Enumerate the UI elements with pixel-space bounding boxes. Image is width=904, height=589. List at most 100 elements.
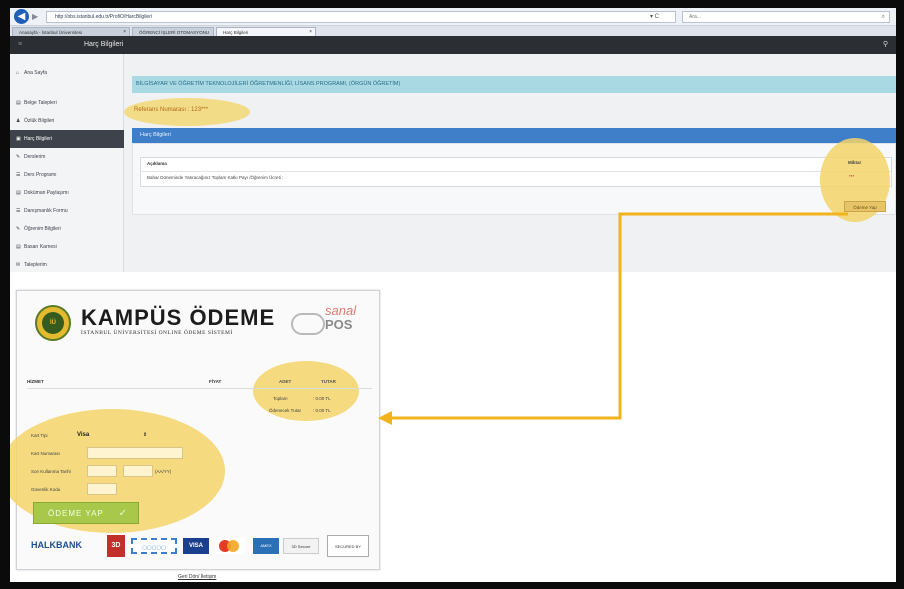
payment-logos: HALKBANK 3D ▢▢▢▢▢ VISA AMEX 3D Secure SE… — [31, 533, 371, 559]
sidebar-item-basari-karnesi[interactable]: ▤ Basarı Karnesi — [10, 238, 124, 256]
cvv-label: Güvenlik Kodu — [31, 487, 61, 492]
total-value: : 0.00 TL — [313, 396, 331, 401]
table-divider — [141, 171, 891, 172]
pencil-icon: ✎ — [16, 226, 21, 232]
sidebar-item-belge-talepleri[interactable]: ▤ Belge Talepleri — [10, 94, 124, 112]
browser-toolbar: ◀ ▶ http://obs.istanbul.edu.tr/ProfiO/Ha… — [10, 8, 896, 26]
col-description: Açıklama — [147, 161, 167, 166]
fees-table: Açıklama Bahar Döneminde Yatıracağınız T… — [140, 157, 892, 187]
mail-icon: ✉ — [16, 262, 21, 268]
card-type-value: Visa — [77, 432, 90, 438]
sidebar-item-derslerim[interactable]: ✎ Derslerim — [10, 148, 124, 166]
secure-lock-logo: ▢▢▢▢▢ — [131, 538, 177, 554]
card-type-select[interactable]: Visa ⇕ — [77, 430, 147, 441]
col-total: TUTAR — [321, 379, 336, 384]
page-title: Harç Bilgileri — [84, 41, 124, 48]
forward-arrow-icon[interactable]: ▶ — [32, 12, 42, 22]
seal-text: İÜ — [42, 312, 64, 334]
mastercard-yellow-circle — [227, 540, 239, 552]
pay-button-small[interactable]: Ödeme Yap — [844, 201, 886, 212]
card-icon: ▣ — [16, 136, 21, 142]
refresh-icon[interactable]: ▾ C — [650, 11, 659, 23]
tab-label: Harç Bilgileri — [223, 30, 249, 35]
browser-tabs: Anasayfa - İstanbul Üniversitesi × ÖĞREN… — [10, 26, 896, 36]
fees-section-header: Harç Bilgileri — [132, 128, 896, 143]
sidebar-item-harc-bilgileri[interactable]: ▣ Harç Bilgileri — [10, 130, 124, 148]
pay-button-label: ÖDEME YAP — [48, 509, 104, 518]
list-icon: ☰ — [16, 208, 21, 214]
user-icon[interactable]: ⚲ — [883, 36, 888, 54]
pos-text: POS — [325, 317, 353, 332]
sidebar-item-taleplerim[interactable]: ✉ Taleplerim — [10, 256, 124, 274]
tab-label: Anasayfa - İstanbul Üniversitesi — [19, 30, 83, 35]
visa-logo: VISA — [183, 538, 209, 554]
sidebar-item-label: Taleplerim — [24, 262, 47, 268]
menu-icon[interactable]: ≡ — [18, 36, 22, 54]
col-quantity: ADET — [279, 379, 292, 384]
sidebar-item-label: Derslerim — [24, 154, 46, 160]
tab-harc-bilgileri[interactable]: Harç Bilgileri × — [216, 27, 316, 36]
fee-row-description: Bahar Döneminde Yatıracağınız Toplam Kat… — [147, 175, 284, 180]
total-label: Toplam — [273, 396, 288, 401]
cvv-input[interactable] — [87, 483, 117, 495]
payable-value: : 0.00 TL — [313, 408, 331, 413]
app-header: ≡ Harç Bilgileri ⚲ — [10, 36, 896, 54]
sidebar-item-ders-programi[interactable]: ☰ Ders Programı — [10, 166, 124, 184]
sidebar-item-label: Doküman Paylaşımı — [24, 190, 69, 196]
secured-by-logo: SECURED BY — [327, 535, 369, 557]
sidebar-item-ana-sayfa[interactable]: ⌂ Ana Sayfa — [10, 64, 124, 82]
halkbank-logo: HALKBANK — [31, 540, 82, 550]
pencil-icon: ✎ — [16, 154, 21, 160]
payment-window: İÜ KAMPÜS ÖDEME İSTANBUL ÜNİVERSİTESİ ON… — [10, 290, 380, 570]
card-number-input[interactable] — [87, 447, 183, 459]
reference-number: Referans Numarası : 123*** — [134, 107, 209, 113]
sidebar-item-ozluk-bilgileri[interactable]: ♟ Özlük Bilgileri — [10, 112, 124, 130]
sidebar-item-ogrenim-bilgileri[interactable]: ✎ Öğrenim Bilgileri — [10, 220, 124, 238]
check-icon: ✓ — [118, 508, 128, 519]
sidebar-item-label: Özlük Bilgileri — [24, 118, 55, 124]
sidebar-item-label: Harç Bilgileri — [24, 136, 53, 142]
back-link[interactable]: Geri Dön/ İletişim — [178, 574, 216, 580]
sidebar-item-dokuman-paylasimi[interactable]: ▤ Doküman Paylaşımı — [10, 184, 124, 202]
expiry-month-input[interactable] — [87, 465, 117, 477]
sanal-pos-logo: sanal POS — [289, 303, 373, 343]
amex-logo: AMEX — [253, 538, 279, 554]
col-amount: Miktar — [848, 160, 862, 165]
card-number-label: Kart Numarası — [31, 451, 61, 456]
sanal-text: sanal — [325, 303, 357, 318]
sidebar-item-label: Ana Sayfa — [24, 70, 48, 76]
sidebar-item-label: Danışmanlık Formu — [24, 208, 68, 214]
3d-secure-logo: 3D Secure — [283, 538, 319, 554]
tab-anasayfa[interactable]: Anasayfa - İstanbul Üniversitesi × — [12, 27, 130, 36]
back-arrow-icon[interactable]: ◀ — [14, 9, 29, 24]
pay-button[interactable]: ÖDEME YAP ✓ — [33, 502, 139, 524]
expiry-year-input[interactable] — [123, 465, 153, 477]
sidebar-item-label: Ders Programı — [24, 172, 57, 178]
document-icon: ▤ — [16, 100, 21, 106]
address-bar[interactable]: http://obs.istanbul.edu.tr/ProfiO/HarcBi… — [46, 11, 676, 23]
address-text: http://obs.istanbul.edu.tr/ProfiO/HarcBi… — [55, 14, 152, 20]
search-placeholder: Ara... — [689, 14, 701, 20]
tab-ogrenci-isleri[interactable]: ÖĞRENCİ İŞLERİ OTOMASYONU — [132, 27, 214, 36]
card-type-label: Kart Tipi — [31, 433, 48, 438]
cloud-icon — [291, 313, 325, 335]
sidebar-item-danismanlik-formu[interactable]: ☰ Danışmanlık Formu — [10, 202, 124, 220]
screenshot-frame: ◀ ▶ http://obs.istanbul.edu.tr/ProfiO/Ha… — [10, 8, 896, 582]
mastercard-logo — [215, 538, 245, 554]
program-title-bar: BİLGİSAYAR VE ÖĞRETİM TEKNOLOJİLERİ ÖĞRE… — [132, 76, 896, 93]
payable-label: Ödenecek Tutar — [269, 408, 302, 413]
sidebar-item-label: Basarı Karnesi — [24, 244, 57, 250]
sidebar-item-label: Belge Talepleri — [24, 100, 57, 106]
chevron-down-icon: ⇕ — [143, 432, 148, 438]
user-icon: ♟ — [16, 118, 21, 124]
browser-search-input[interactable]: Ara... ⌕ — [682, 11, 890, 23]
document-icon: ▤ — [16, 244, 21, 250]
col-service: HİZMET — [27, 379, 44, 384]
ssl-badge-logo: 3D — [107, 535, 125, 557]
col-price: FİYAT — [209, 379, 222, 384]
search-icon[interactable]: ⌕ — [882, 12, 885, 23]
sidebar: ⌂ Ana Sayfa ▤ Belge Talepleri ♟ Özlük Bilgi… — [10, 54, 124, 272]
brand-title: KAMPÜS ÖDEME — [81, 305, 276, 330]
brand-subtitle: İSTANBUL ÜNİVERSİTESİ ONLINE ÖDEME SİSTE… — [81, 330, 233, 336]
arrow-head-icon — [378, 411, 392, 425]
